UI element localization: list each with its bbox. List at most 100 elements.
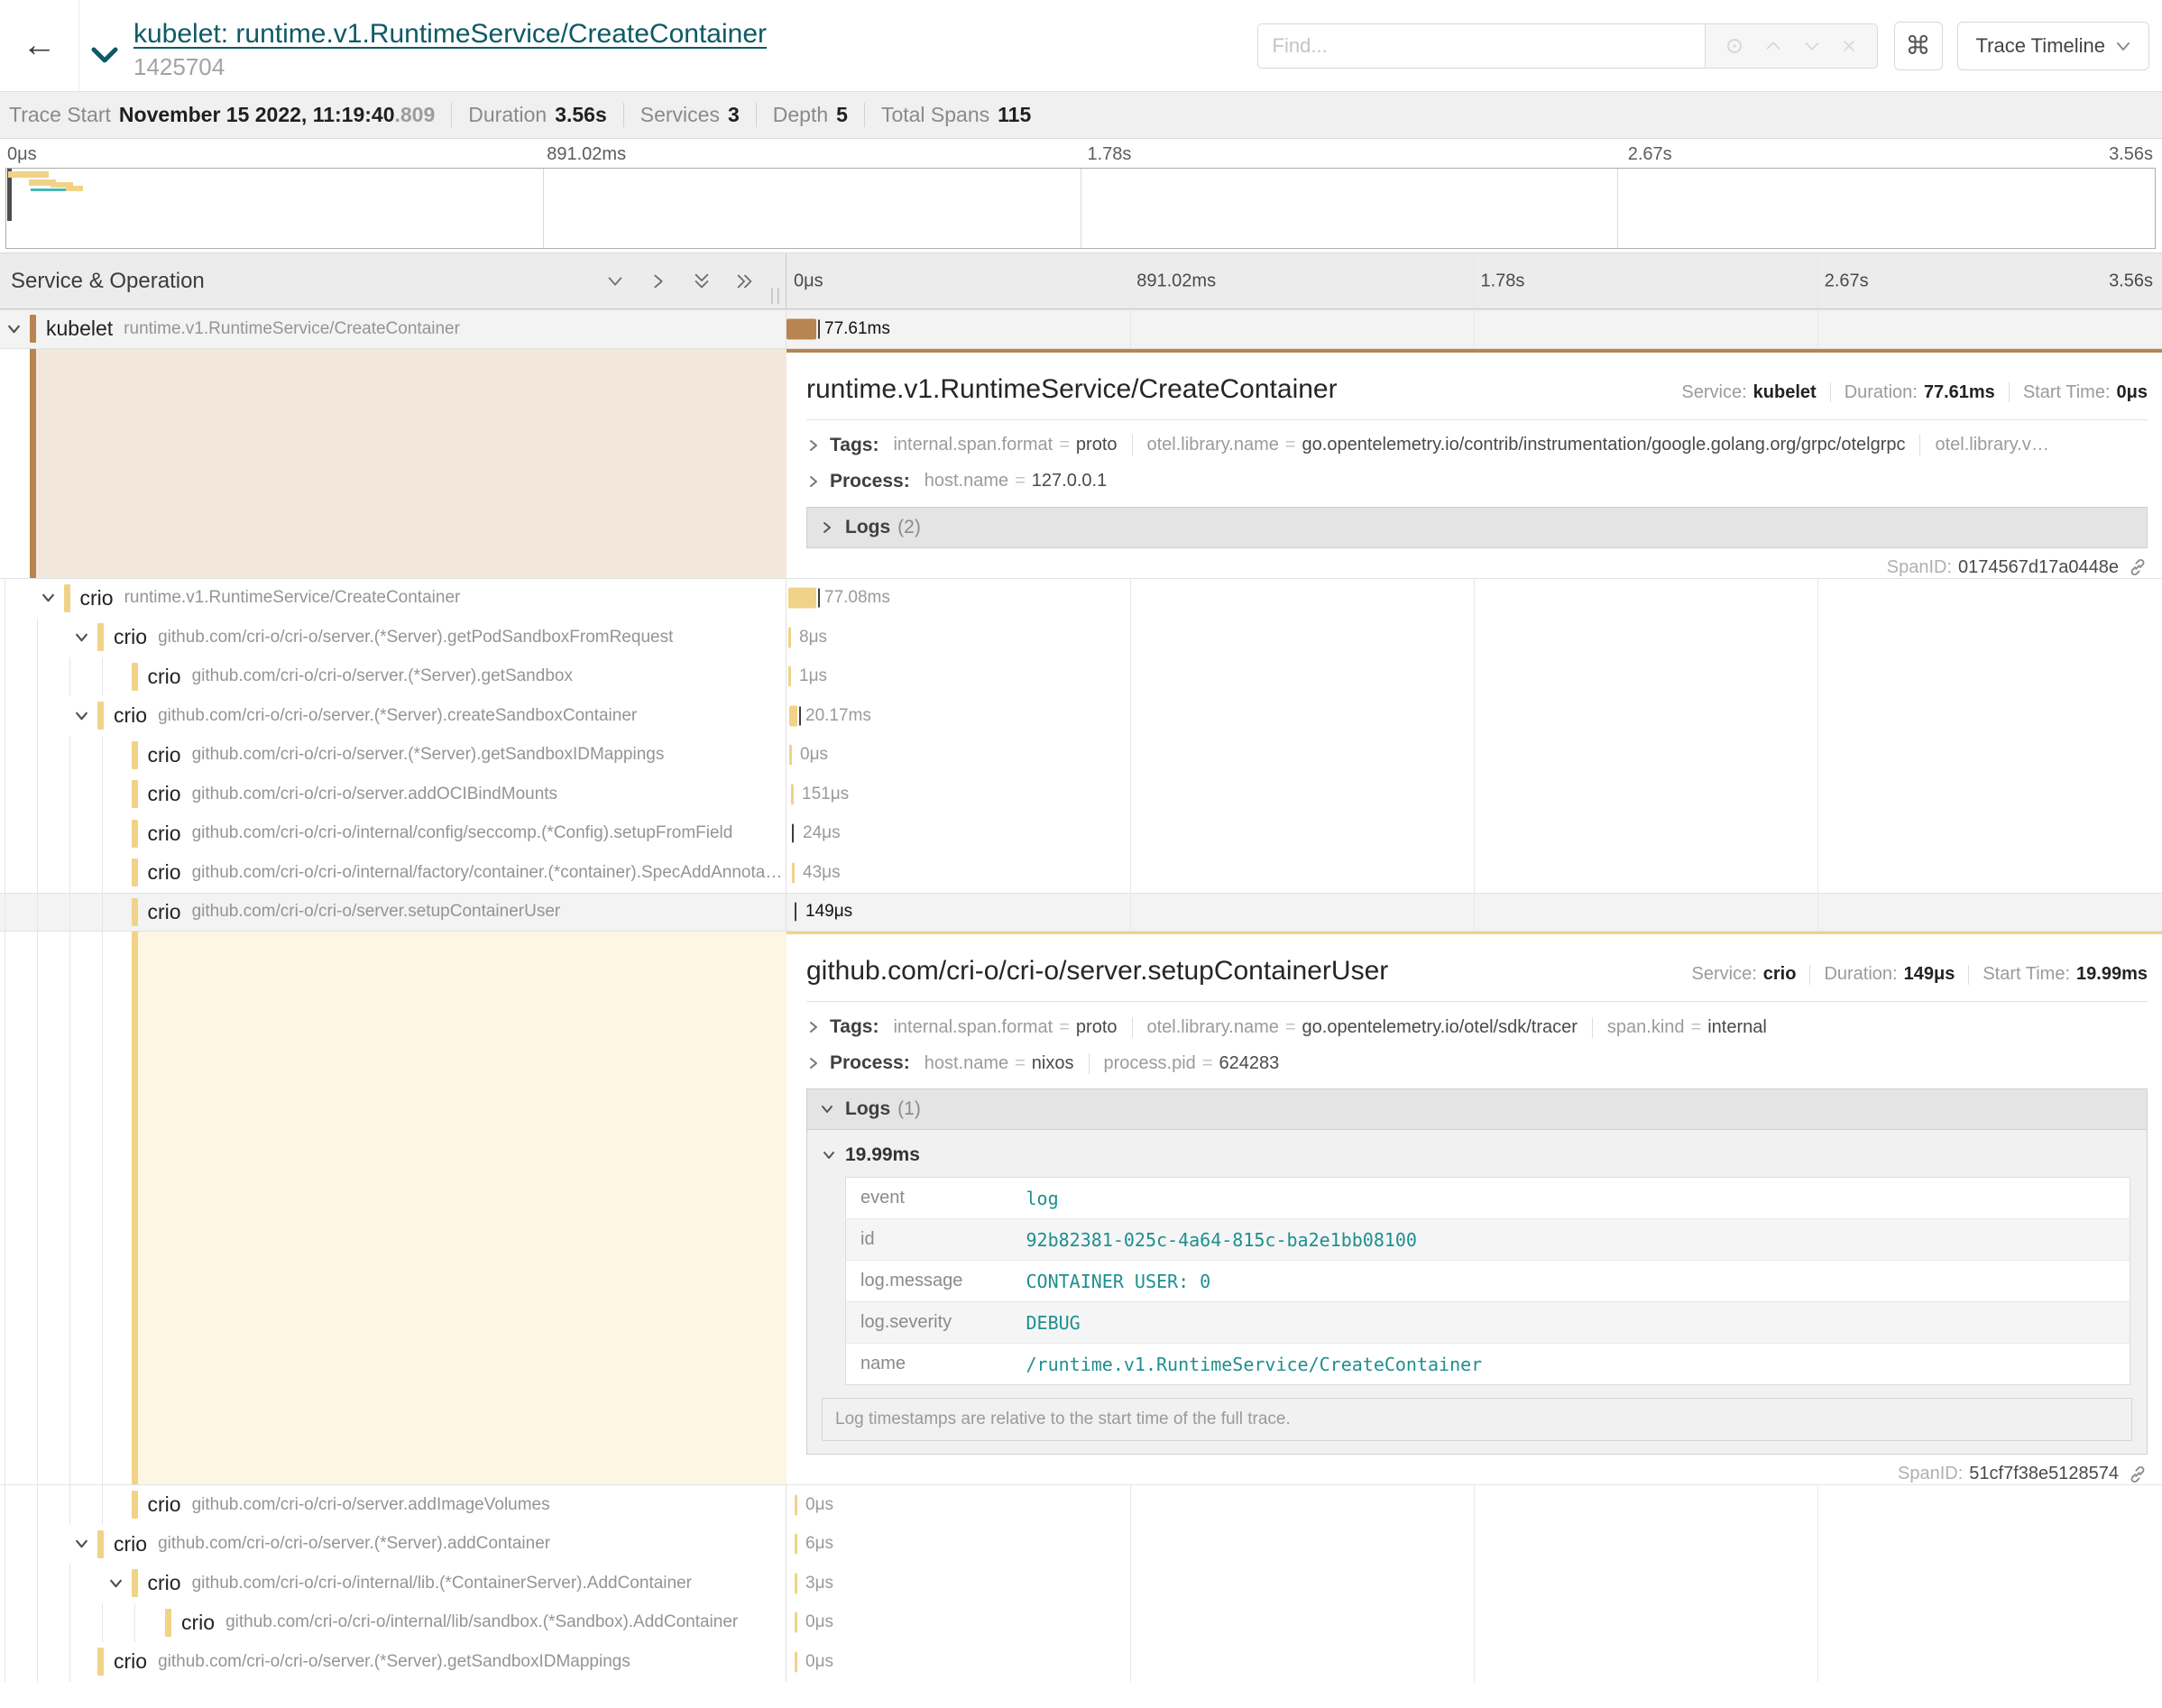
span-row[interactable]: crio github.com/cri-o/cri-o/internal/lib… [0,1603,2162,1643]
span-timeline-cell[interactable]: 0μs [787,1642,2162,1682]
span-name-cell[interactable]: crio github.com/cri-o/cri-o/server.(*Ser… [0,657,787,697]
minimap-canvas[interactable] [5,168,2156,249]
expand-chevron-icon[interactable] [74,1537,89,1552]
deep-link-icon[interactable] [2128,557,2148,577]
keyboard-shortcuts-button[interactable]: ⌘ [1894,22,1943,70]
span-row[interactable]: crio github.com/cri-o/cri-o/server.(*Ser… [0,696,2162,736]
span-name-cell[interactable]: kubelet runtime.v1.RuntimeService/Create… [0,309,787,349]
span-timeline-cell[interactable]: 6μs [787,1525,2162,1565]
log-field-row[interactable]: log.messageCONTAINER USER: 0 [846,1261,2130,1302]
span-row[interactable]: crio github.com/cri-o/cri-o/internal/lib… [0,1564,2162,1603]
collapse-one-level-icon[interactable] [605,271,625,291]
logs-accordion-expanded[interactable]: Logs (1) [806,1088,2148,1130]
summary-label: Duration [468,103,547,127]
span-bar[interactable] [788,666,791,687]
find-input[interactable] [1257,23,1706,69]
tags-accordion[interactable]: Tags: internal.span.format=protootel.lib… [806,435,2148,456]
span-timeline-cell[interactable]: 0μs [787,1485,2162,1525]
span-row[interactable]: crio github.com/cri-o/cri-o/server.addIm… [0,1485,2162,1525]
span-name-cell[interactable]: crio github.com/cri-o/cri-o/server.(*Ser… [0,696,787,736]
expand-chevron-icon[interactable] [74,629,89,645]
span-name-cell[interactable]: crio github.com/cri-o/cri-o/internal/lib… [0,1603,787,1643]
expand-all-icon[interactable] [735,271,755,291]
log-field-row[interactable]: name/runtime.v1.RuntimeService/CreateCon… [846,1344,2130,1385]
span-bar[interactable] [795,1494,797,1515]
span-bar[interactable] [795,903,796,922]
process-accordion[interactable]: Process: host.name=nixosprocess.pid=6242… [806,1052,2148,1074]
span-name-cell[interactable]: crio github.com/cri-o/cri-o/server.(*Ser… [0,1525,787,1565]
span-timeline-cell[interactable]: 20.17ms [787,696,2162,736]
span-timeline-cell[interactable]: 77.61ms [787,309,2162,349]
expand-chevron-icon[interactable] [6,321,22,336]
span-name-cell[interactable]: crio github.com/cri-o/cri-o/server.(*Ser… [0,618,787,657]
span-name-cell[interactable]: crio github.com/cri-o/cri-o/server.(*Ser… [0,1642,787,1682]
log-field-key: event [846,1178,1026,1219]
span-name-cell[interactable]: crio github.com/cri-o/cri-o/internal/fac… [0,853,787,893]
span-row[interactable]: crio github.com/cri-o/cri-o/server.(*Ser… [0,1525,2162,1565]
span-bar[interactable] [792,824,794,843]
span-bar[interactable] [788,627,791,647]
span-name-cell[interactable]: crio github.com/cri-o/cri-o/server.(*Ser… [0,736,787,776]
span-row[interactable]: crio github.com/cri-o/cri-o/server.setup… [0,893,2162,932]
span-row[interactable]: crio github.com/cri-o/cri-o/server.(*Ser… [0,657,2162,697]
column-resize-grip[interactable]: || [770,286,782,305]
back-button[interactable]: ← [0,0,79,91]
log-field-row[interactable]: eventlog [846,1178,2130,1219]
span-timeline-cell[interactable]: 149μs [787,893,2162,932]
prev-match-icon[interactable] [1763,36,1783,56]
indent-guide [102,932,103,1484]
collapse-all-icon[interactable] [692,271,712,291]
span-timeline-cell[interactable]: 0μs [787,736,2162,776]
span-row[interactable]: crio github.com/cri-o/cri-o/server.addOC… [0,775,2162,814]
span-row[interactable]: crio github.com/cri-o/cri-o/server.(*Ser… [0,736,2162,776]
span-row[interactable]: crio github.com/cri-o/cri-o/internal/con… [0,814,2162,854]
trace-title-link[interactable]: kubelet: runtime.v1.RuntimeService/Creat… [133,19,767,49]
span-row[interactable]: kubelet runtime.v1.RuntimeService/Create… [0,309,2162,349]
expand-chevron-icon[interactable] [41,591,56,606]
expand-chevron-icon[interactable] [108,1575,124,1591]
span-bar[interactable] [787,318,816,339]
logs-accordion-collapsed[interactable]: Logs (2) [806,507,2148,548]
expand-one-level-icon[interactable] [649,271,668,291]
span-name-cell[interactable]: crio runtime.v1.RuntimeService/CreateCon… [0,579,787,619]
clear-find-icon[interactable] [1840,37,1858,55]
span-name-cell[interactable]: crio github.com/cri-o/cri-o/internal/lib… [0,1564,787,1603]
process-accordion[interactable]: Process: host.name=127.0.0.1 [806,471,2148,492]
span-timeline-cell[interactable]: 8μs [787,618,2162,657]
span-bar[interactable] [788,588,816,609]
span-timeline-cell[interactable]: 0μs [787,1603,2162,1643]
trace-view-selector[interactable]: Trace Timeline [1957,22,2149,70]
span-timeline-cell[interactable]: 24μs [787,814,2162,854]
next-match-icon[interactable] [1802,36,1822,56]
span-row[interactable]: crio github.com/cri-o/cri-o/server.(*Ser… [0,618,2162,657]
span-row[interactable]: crio runtime.v1.RuntimeService/CreateCon… [0,579,2162,619]
span-row[interactable]: crio github.com/cri-o/cri-o/internal/fac… [0,853,2162,893]
span-name-cell[interactable]: crio github.com/cri-o/cri-o/server.addOC… [0,775,787,814]
span-bar[interactable] [795,1573,797,1593]
span-bar[interactable] [795,1534,797,1555]
span-timeline-cell[interactable]: 3μs [787,1564,2162,1603]
span-bar[interactable] [792,862,795,883]
deep-link-icon[interactable] [2128,1465,2148,1484]
span-timeline-cell[interactable]: 43μs [787,853,2162,893]
span-name-cell[interactable]: crio github.com/cri-o/cri-o/internal/con… [0,814,787,854]
focus-match-icon[interactable] [1724,35,1745,57]
log-field-row[interactable]: id92b82381-025c-4a64-815c-ba2e1bb08100 [846,1219,2130,1261]
collapse-trace-chevron-icon[interactable] [90,46,119,69]
span-timeline-cell[interactable]: 1μs [787,657,2162,697]
service-color-bar [132,1491,138,1519]
log-field-row[interactable]: log.severityDEBUG [846,1302,2130,1344]
span-bar[interactable] [795,1612,797,1633]
span-bar[interactable] [789,745,792,766]
span-timeline-cell[interactable]: 151μs [787,775,2162,814]
log-entry-header[interactable]: 19.99ms [822,1144,2132,1166]
span-name-cell[interactable]: crio github.com/cri-o/cri-o/server.addIm… [0,1485,787,1525]
span-name-cell[interactable]: crio github.com/cri-o/cri-o/server.setup… [0,893,787,932]
span-row[interactable]: crio github.com/cri-o/cri-o/server.(*Ser… [0,1642,2162,1682]
span-bar[interactable] [791,784,794,804]
expand-chevron-icon[interactable] [74,708,89,723]
span-bar[interactable] [789,705,797,726]
span-timeline-cell[interactable]: 77.08ms [787,579,2162,619]
tags-accordion[interactable]: Tags: internal.span.format=protootel.lib… [806,1016,2148,1038]
span-bar[interactable] [795,1651,797,1672]
